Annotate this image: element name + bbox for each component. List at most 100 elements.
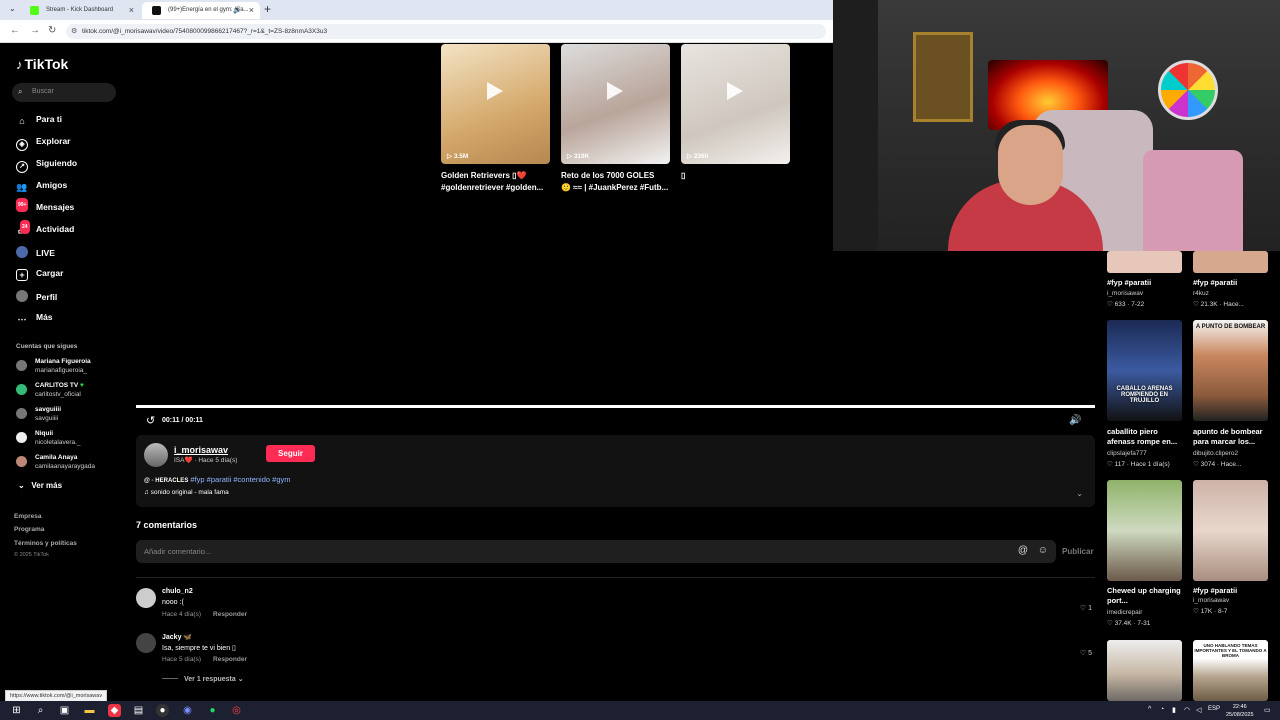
url-field[interactable]: ⚙ tiktok.com/@i_morisawav/video/75408000… (66, 24, 826, 39)
spotify-icon[interactable]: ● (206, 704, 219, 717)
grid-video-thumb[interactable]: A PUNTO DE BOMBEAR (1193, 320, 1268, 421)
grid-video-title[interactable]: #fyp #paratii (1193, 278, 1273, 288)
publish-button[interactable]: Publicar (1062, 547, 1094, 556)
volume-icon[interactable]: 🔊 (1069, 415, 1081, 426)
tab-kick-dashboard[interactable]: Stream - Kick Dashboard × (20, 2, 140, 19)
nav-mas[interactable]: ⋯ Más (16, 312, 53, 325)
see-more-button[interactable]: ⌄ Ver más (18, 481, 62, 490)
follow-button[interactable]: Seguir (266, 445, 315, 462)
task-view-icon[interactable]: ▣ (58, 704, 71, 717)
footer-link-empresa[interactable]: Empresa (14, 513, 41, 520)
tray-chevron-icon[interactable]: ^ (1148, 706, 1151, 713)
replay-icon[interactable]: ↺ (146, 414, 155, 427)
nav-live[interactable]: LIVE (16, 246, 55, 258)
emoji-icon[interactable]: ☺ (1038, 545, 1048, 556)
tiktok-logo[interactable]: ♪ TikTok (16, 56, 68, 72)
grid-video-thumb[interactable]: UNO HABLANDO TEMAS IMPORTANTES Y EL TOMA… (1193, 640, 1268, 701)
grid-video-title[interactable]: #fyp #paratii (1107, 278, 1187, 288)
chevron-down-icon: ⌄ (18, 481, 25, 490)
file-explorer-icon[interactable]: ▬ (83, 704, 96, 717)
grid-video-user[interactable]: i_morisawav (1107, 290, 1192, 297)
tab-tiktok-video[interactable]: (99+)Energía en el gym: (Sa... 🔊 × (142, 2, 260, 19)
new-tab-button[interactable]: + (264, 2, 271, 16)
windows-start-icon[interactable]: ⊞ (10, 704, 23, 717)
avatar[interactable] (136, 633, 156, 653)
comments-count: 7 comentarios (136, 520, 198, 530)
discord-icon[interactable]: ◉ (181, 704, 194, 717)
nav-cargar[interactable]: + Cargar (16, 268, 63, 281)
speaker-icon[interactable]: ◁ (1196, 706, 1201, 714)
caption-mention[interactable]: @ ◦ HERACLES (144, 478, 188, 484)
grid-video-title[interactable]: caballito piero afenass rompe en... (1107, 427, 1187, 447)
nav-mensajes[interactable]: ✉99+Mensajes (16, 198, 74, 215)
reply-button[interactable]: Responder (213, 611, 247, 618)
grid-video-user[interactable]: dibujito.clipero2 (1193, 450, 1278, 457)
grid-video-title[interactable]: Chewed up charging port... (1107, 586, 1187, 606)
wifi-icon[interactable]: ◠ (1184, 706, 1190, 714)
related-video-thumb[interactable]: ▷ 3.5M (441, 44, 550, 164)
mention-icon[interactable]: @ (1018, 545, 1028, 556)
audio-playing-icon[interactable]: 🔊 (233, 6, 242, 14)
like-button[interactable]: ♡ 1 (1080, 604, 1092, 612)
footer-link-terminos[interactable]: Términos y políticas (14, 540, 77, 547)
related-video-thumb[interactable]: ▷ 2360 (681, 44, 790, 164)
comment-input[interactable]: Añadir comentario... @ ☺ (136, 540, 1056, 563)
sound-link[interactable]: ♫ sonido original - mala fama (144, 489, 229, 496)
related-video-title[interactable]: ▯ (681, 170, 796, 182)
reload-icon[interactable]: ↻ (48, 25, 56, 36)
avatar[interactable] (136, 588, 156, 608)
view-replies-button[interactable]: Ver 1 respuesta ⌄ (162, 675, 244, 683)
search-input[interactable]: ⌕ Buscar (12, 83, 116, 102)
grid-video-user[interactable]: imedicrepair (1107, 609, 1192, 616)
nav-amigos[interactable]: 👥 Amigos (16, 180, 67, 193)
grid-video-thumb[interactable] (1193, 251, 1268, 273)
battery-icon[interactable]: ▮ (1172, 706, 1176, 714)
search-icon[interactable]: ⌕ (34, 704, 47, 717)
network-icon[interactable]: ◔ (1160, 706, 1164, 713)
clock[interactable]: 22:46 25/08/2025 (1226, 703, 1254, 719)
grid-video-user[interactable]: clipsIajefa777 (1107, 450, 1192, 457)
grid-video-title[interactable]: apunto de bombear para marcar los... (1193, 427, 1273, 447)
author-username[interactable]: i_morisawav (174, 445, 228, 455)
nav-siguiendo[interactable]: ↗ Siguiendo (16, 158, 77, 173)
grid-video-thumb[interactable]: CABALLO ARENAS ROMPIENDO EN TRUJILLO (1107, 320, 1182, 421)
site-settings-icon[interactable]: ⚙ (71, 27, 77, 35)
notification-icon[interactable]: ▭ (1264, 706, 1271, 714)
caption-hashtags[interactable]: #fyp #paratii #contenido #gym (190, 475, 290, 484)
grid-video-thumb[interactable] (1107, 480, 1182, 581)
nav-explorar[interactable]: ◈ Explorar (16, 136, 71, 151)
related-video-title[interactable]: Golden Retrievers ▯❤️ #goldenretriever #g… (441, 170, 556, 194)
close-tab-icon[interactable]: × (129, 5, 134, 15)
store-icon[interactable]: ▤ (132, 704, 145, 717)
comment-user[interactable]: chulo_n2 (162, 588, 193, 595)
tab-list-chevron-icon[interactable]: ⌄ (9, 4, 16, 13)
language-indicator[interactable]: ESP (1208, 706, 1220, 712)
close-tab-icon[interactable]: × (249, 5, 254, 15)
chrome-icon[interactable]: ● (156, 704, 169, 717)
forward-arrow-icon[interactable]: → (30, 25, 40, 36)
following-section-title: Cuentas que sigues (16, 343, 78, 350)
video-progress-bar[interactable] (136, 405, 1095, 408)
related-video-title[interactable]: Reto de los 7000 GOLES 🙂 ≈≈ | #JuankPerez… (561, 170, 676, 194)
related-video-thumb[interactable]: ▷ 319K (561, 44, 670, 164)
grid-video-user[interactable]: i_morisawav (1193, 597, 1278, 604)
nav-actividad[interactable]: ▭24Actividad (16, 220, 74, 237)
grid-video-thumb[interactable] (1193, 480, 1268, 581)
reply-button[interactable]: Responder (213, 656, 247, 663)
brave-browser-icon[interactable]: ◆ (108, 704, 121, 717)
back-arrow-icon[interactable]: ← (10, 25, 20, 36)
grid-video-stats: ♡ 633 · 7-22 (1107, 301, 1145, 308)
obs-icon[interactable]: ◎ (230, 704, 243, 717)
grid-video-thumb[interactable] (1107, 251, 1182, 273)
comment-user[interactable]: Jacky 🦋 (162, 633, 192, 641)
grid-video-title[interactable]: #fyp #paratii (1193, 586, 1273, 596)
grid-video-thumb[interactable] (1107, 640, 1182, 701)
like-button[interactable]: ♡ 5 (1080, 649, 1092, 657)
grid-video-stats: ♡ 21.3K · Hace... (1193, 301, 1244, 308)
grid-video-user[interactable]: r4kuz (1193, 290, 1278, 297)
nav-perfil[interactable]: Perfil (16, 290, 57, 302)
nav-para-ti[interactable]: ⌂ Para ti (16, 114, 62, 127)
footer-link-programa[interactable]: Programa (14, 526, 44, 533)
chevron-down-icon[interactable]: ⌄ (1076, 489, 1083, 498)
avatar[interactable] (144, 443, 168, 467)
